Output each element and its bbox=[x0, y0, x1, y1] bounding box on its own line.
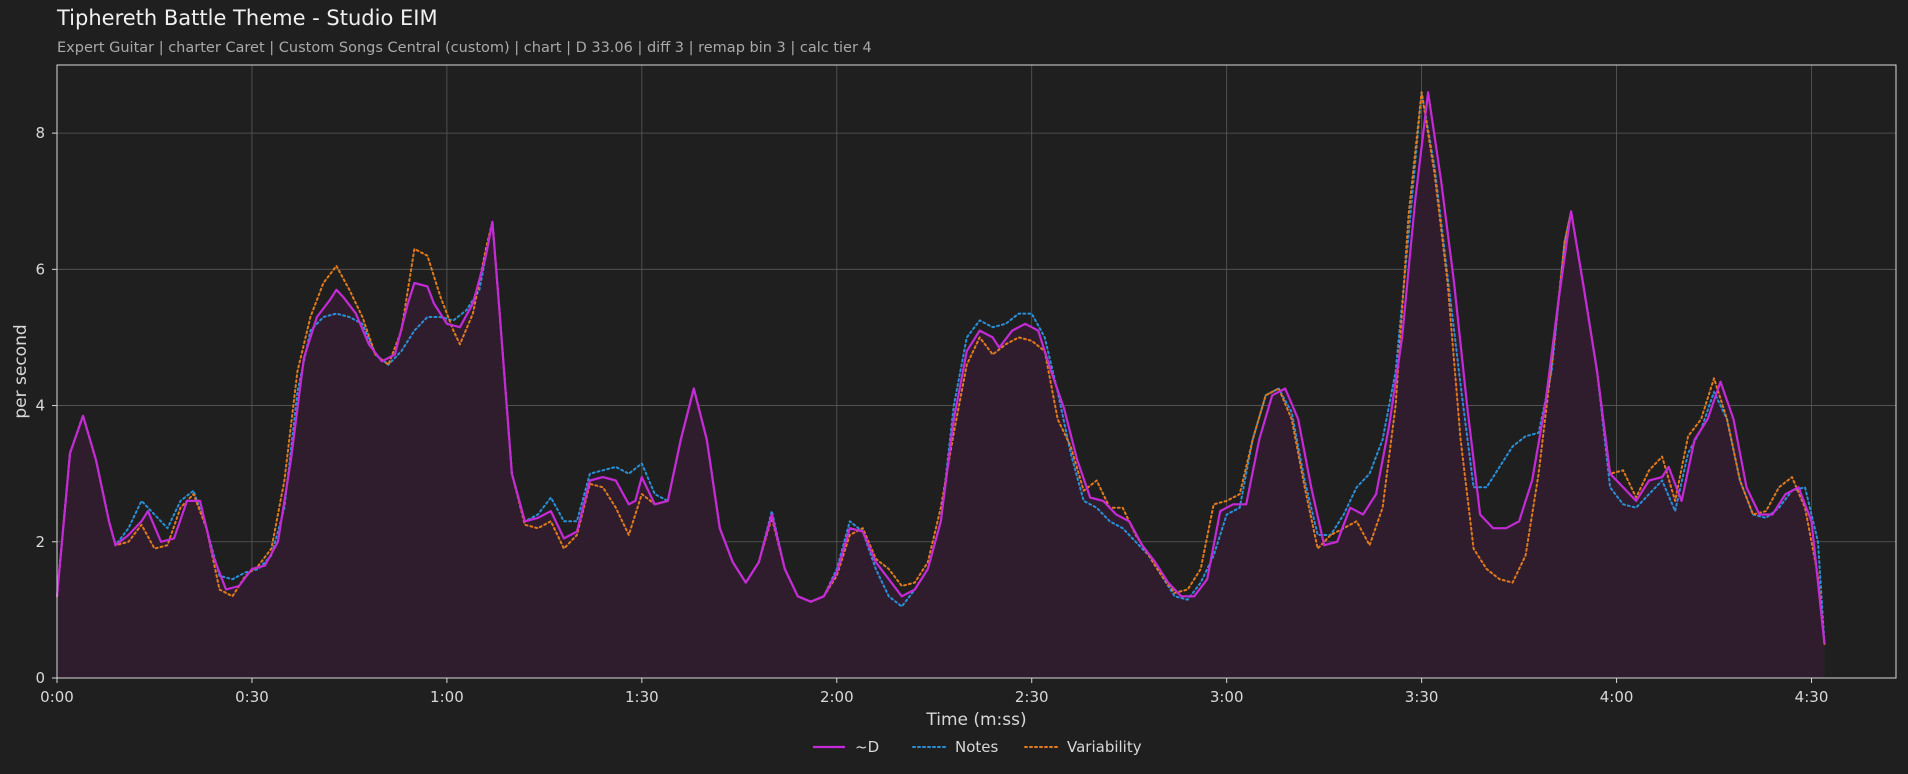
y-tick-label: 2 bbox=[35, 533, 45, 551]
legend: ~D Notes Variability bbox=[813, 738, 1142, 756]
x-tick-label: 3:00 bbox=[1210, 688, 1244, 706]
x-axis-label: Time (m:ss) bbox=[925, 710, 1026, 730]
y-tick-label: 6 bbox=[35, 260, 45, 278]
x-tick-label: 4:00 bbox=[1600, 688, 1634, 706]
x-tick-label: 0:00 bbox=[40, 688, 74, 706]
x-tick-label: 1:30 bbox=[625, 688, 659, 706]
x-tick-label: 3:30 bbox=[1405, 688, 1439, 706]
legend-label: Variability bbox=[1067, 738, 1142, 756]
fill-layer bbox=[57, 92, 1825, 678]
x-tick-label: 2:30 bbox=[1015, 688, 1049, 706]
x-tick-label: 2:00 bbox=[820, 688, 854, 706]
x-tick-label: 1:00 bbox=[430, 688, 464, 706]
y-tick-label: 4 bbox=[35, 397, 45, 415]
legend-label: Notes bbox=[955, 738, 999, 756]
y-axis-ticks: 0 2 4 6 8 bbox=[35, 124, 57, 687]
y-tick-label: 8 bbox=[35, 124, 45, 142]
y-axis-label: per second bbox=[11, 324, 31, 418]
x-tick-label: 4:30 bbox=[1795, 688, 1829, 706]
x-axis-ticks: 0:00 0:30 1:00 1:30 2:00 2:30 3:00 3:30 4:00 4:30 bbox=[40, 678, 1828, 706]
legend-label: ~D bbox=[855, 738, 879, 756]
x-tick-label: 0:30 bbox=[235, 688, 269, 706]
y-tick-label: 0 bbox=[35, 669, 45, 687]
chart-canvas: 0:00 0:30 1:00 1:30 2:00 2:30 3:00 3:30 4:00 4:30… bbox=[11, 64, 1897, 756]
series-area-d bbox=[57, 92, 1825, 678]
